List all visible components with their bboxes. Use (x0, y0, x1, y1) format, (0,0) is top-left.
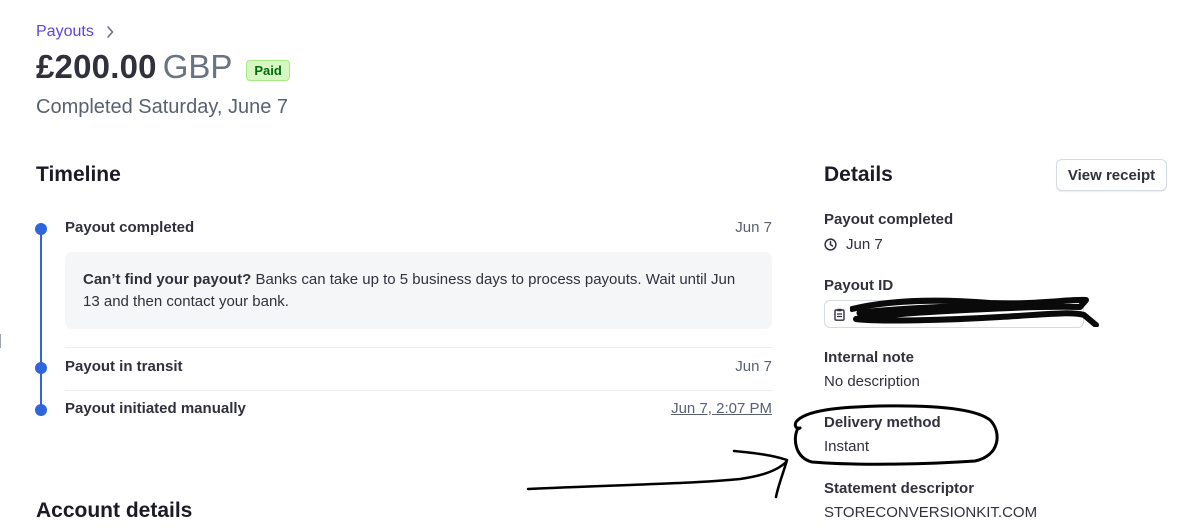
view-receipt-button[interactable]: View receipt (1056, 159, 1167, 191)
timeline-event-date: Jun 7 (735, 219, 772, 236)
timeline-event-label: Payout in transit (65, 358, 183, 375)
completed-date: Completed Saturday, June 7 (36, 96, 289, 118)
breadcrumb-payouts-link[interactable]: Payouts (36, 23, 94, 41)
payout-completed-label: Payout completed (824, 211, 954, 228)
payout-completed-value: Jun 7 (846, 236, 883, 253)
payout-id-label: Payout ID (824, 277, 894, 294)
timeline-event-label: Payout initiated manually (65, 400, 246, 417)
clipboard-icon[interactable] (834, 308, 845, 321)
timeline-divider (65, 390, 772, 391)
timeline-event-label: Payout completed (65, 219, 195, 236)
redaction-scribble (850, 296, 1099, 327)
amount-header: £200.00 GBP Paid (36, 48, 290, 86)
delivery-method-value: Instant (824, 438, 870, 455)
account-details-title: Account details (36, 499, 193, 522)
details-title: Details (824, 163, 893, 186)
internal-note-value: No description (824, 373, 920, 390)
clock-icon (824, 238, 837, 251)
timeline-event: Payout initiated manually Jun 7, 2:07 PM (65, 400, 772, 417)
timeline-event: Payout completed Jun 7 (65, 219, 772, 236)
notice-heading: Can’t find your payout? (83, 271, 252, 288)
timeline-dot (35, 223, 47, 235)
breadcrumb: Payouts (36, 23, 114, 41)
timeline-title: Timeline (36, 163, 121, 186)
payout-currency: GBP (162, 48, 233, 85)
timeline-event-date: Jun 7 (735, 358, 772, 375)
statement-descriptor-label: Statement descriptor (824, 480, 975, 497)
delivery-method-label: Delivery method (824, 414, 941, 431)
internal-note-label: Internal note (824, 349, 915, 366)
payout-completed-value-row: Jun 7 (824, 236, 883, 253)
timeline-dot (35, 404, 47, 416)
timeline-dot (35, 362, 47, 374)
timeline-event-date-link[interactable]: Jun 7, 2:07 PM (671, 400, 772, 417)
chevron-right-icon (107, 26, 114, 38)
annotation-arrow-shaft (526, 460, 788, 491)
edge-artifact (0, 334, 1, 348)
timeline-event: Payout in transit Jun 7 (65, 358, 772, 375)
status-badge: Paid (246, 59, 290, 81)
timeline-divider (65, 347, 772, 348)
statement-descriptor-value: STORECONVERSIONKIT.COM (824, 504, 1038, 521)
payout-detail-page: Payouts £200.00 GBP Paid Completed Satur… (0, 0, 1200, 532)
annotation-arrow-head (732, 449, 789, 499)
payout-amount: £200.00 (36, 48, 157, 85)
timeline-line (40, 229, 42, 410)
payout-notice: Can’t find your payout? Banks can take u… (65, 252, 772, 329)
